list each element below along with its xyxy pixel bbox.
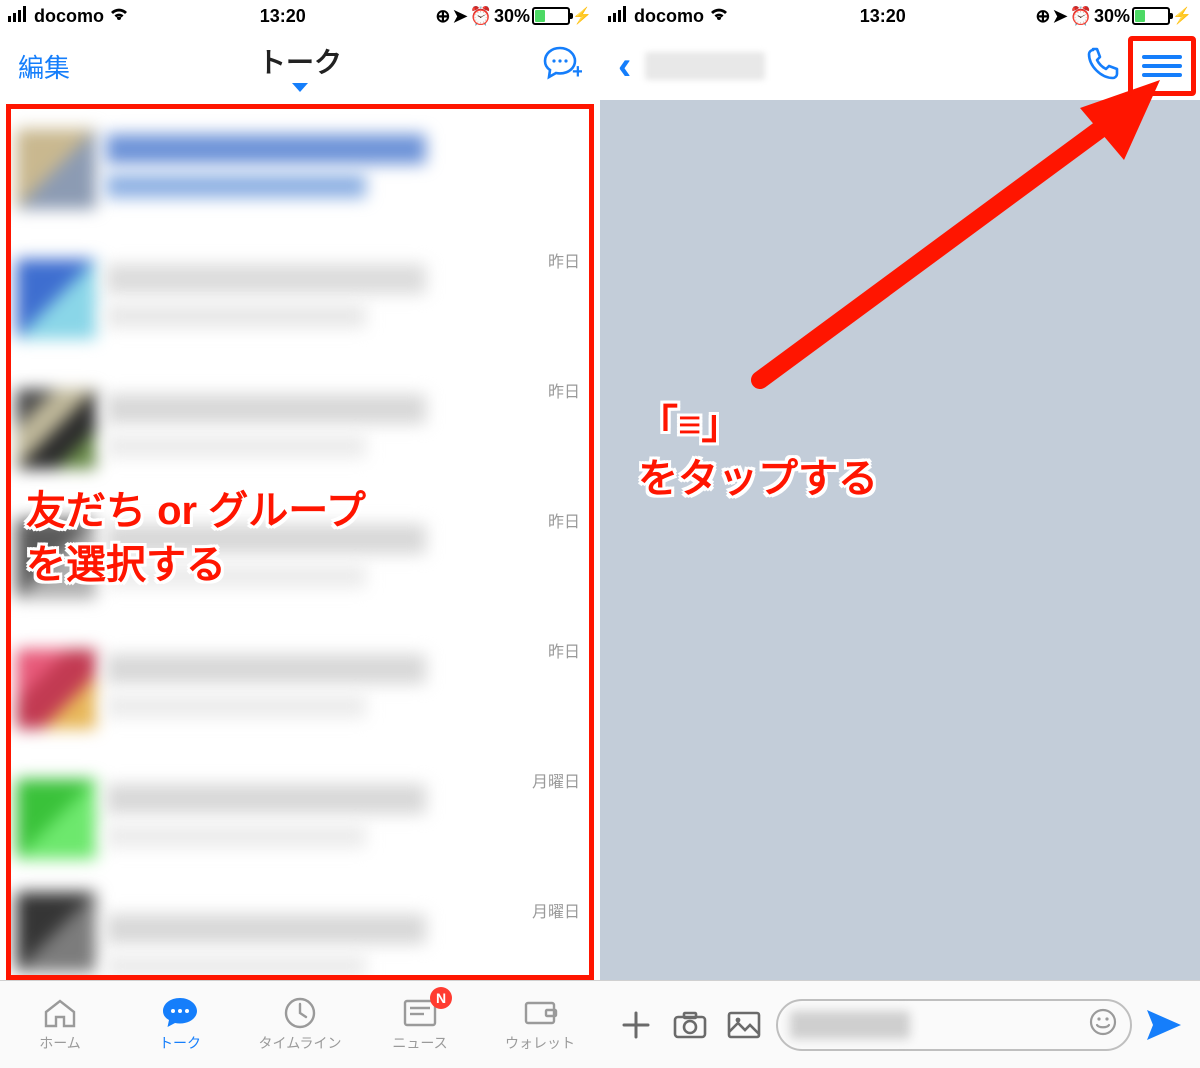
tab-timeline[interactable]: タイムライン — [240, 981, 360, 1068]
location-icon: ➤ — [453, 6, 468, 27]
news-badge: N — [430, 987, 452, 1009]
status-bar: docomo 13:20 ⊕ ➤ ⏰ 30% ⚡ — [0, 0, 600, 32]
wifi-icon — [708, 6, 730, 27]
input-bar — [600, 980, 1200, 1068]
edit-button[interactable]: 編集 — [18, 48, 70, 85]
charging-icon: ⚡ — [1172, 6, 1192, 26]
screenshot-right: docomo 13:20 ⊕ ➤ ⏰ 30% ⚡ ‹ — [600, 0, 1200, 1068]
hamburger-icon — [1142, 50, 1182, 82]
home-icon — [40, 997, 80, 1029]
signal-icon — [608, 6, 630, 27]
chat-title-blurred — [645, 52, 765, 80]
battery-pct: 30% — [1094, 6, 1130, 27]
emoji-icon[interactable] — [1088, 1007, 1118, 1042]
camera-icon[interactable] — [668, 1003, 712, 1047]
svg-text:+: + — [572, 61, 582, 83]
message-input[interactable] — [776, 999, 1132, 1051]
new-chat-icon[interactable]: + — [542, 45, 582, 88]
plus-icon[interactable] — [614, 1003, 658, 1047]
menu-button[interactable] — [1128, 36, 1196, 96]
caret-down-icon — [292, 83, 308, 92]
nav-bar: ‹ — [600, 32, 1200, 100]
signal-icon — [8, 6, 30, 27]
tab-news[interactable]: N ニュース — [360, 981, 480, 1068]
carrier-label: docomo — [34, 6, 104, 27]
annotation-frame — [6, 104, 594, 980]
nav-bar: 編集 トーク + — [0, 32, 600, 100]
battery-icon — [1132, 7, 1170, 25]
tab-talk[interactable]: トーク — [120, 981, 240, 1068]
talk-icon — [160, 997, 200, 1029]
battery-pct: 30% — [494, 6, 530, 27]
tab-bar: ホーム トーク タイムライン N ニュース ウォレット — [0, 980, 600, 1068]
chat-body[interactable] — [600, 100, 1200, 1068]
alarm-icon: ⏰ — [470, 6, 492, 27]
clock: 13:20 — [860, 6, 906, 27]
clock-icon — [280, 997, 320, 1029]
tab-wallet[interactable]: ウォレット — [480, 981, 600, 1068]
battery-icon — [532, 7, 570, 25]
call-icon[interactable] — [1084, 45, 1122, 88]
input-content-blurred — [790, 1011, 910, 1039]
screenshot-left: docomo 13:20 ⊕ ➤ ⏰ 30% ⚡ 編集 トーク — [0, 0, 600, 1068]
clock: 13:20 — [260, 6, 306, 27]
page-title[interactable]: トーク — [258, 41, 342, 92]
back-button[interactable]: ‹ — [618, 46, 631, 86]
wifi-icon — [108, 6, 130, 27]
orientation-lock-icon: ⊕ — [1035, 6, 1050, 27]
status-bar: docomo 13:20 ⊕ ➤ ⏰ 30% ⚡ — [600, 0, 1200, 32]
orientation-lock-icon: ⊕ — [435, 6, 450, 27]
location-icon: ➤ — [1053, 6, 1068, 27]
send-button[interactable] — [1142, 1003, 1186, 1047]
photo-icon[interactable] — [722, 1003, 766, 1047]
tab-home[interactable]: ホーム — [0, 981, 120, 1068]
alarm-icon: ⏰ — [1070, 6, 1092, 27]
wallet-icon — [520, 997, 560, 1029]
charging-icon: ⚡ — [572, 6, 592, 26]
carrier-label: docomo — [634, 6, 704, 27]
